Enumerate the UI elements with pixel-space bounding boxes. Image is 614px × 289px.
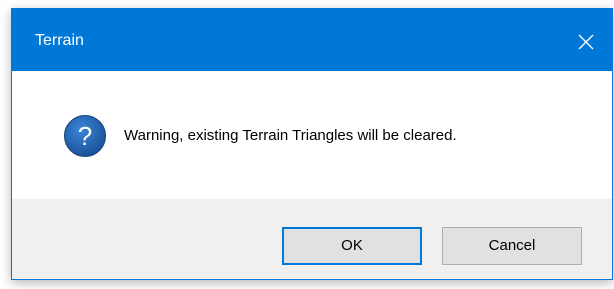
button-bar: OK Cancel — [12, 199, 612, 279]
terrain-dialog: Terrain ? Warning, existing Terrain Tria… — [11, 8, 613, 280]
ok-button[interactable]: OK — [282, 227, 422, 265]
close-button[interactable] — [560, 9, 612, 71]
question-icon: ? — [64, 115, 106, 157]
dialog-title: Terrain — [35, 32, 84, 49]
message-area: ? Warning, existing Terrain Triangles wi… — [12, 71, 612, 199]
close-icon — [578, 34, 594, 50]
cancel-button[interactable]: Cancel — [442, 227, 582, 265]
title-bar[interactable]: Terrain — [12, 9, 612, 71]
svg-text:?: ? — [78, 121, 92, 151]
warning-message: Warning, existing Terrain Triangles will… — [124, 127, 457, 144]
